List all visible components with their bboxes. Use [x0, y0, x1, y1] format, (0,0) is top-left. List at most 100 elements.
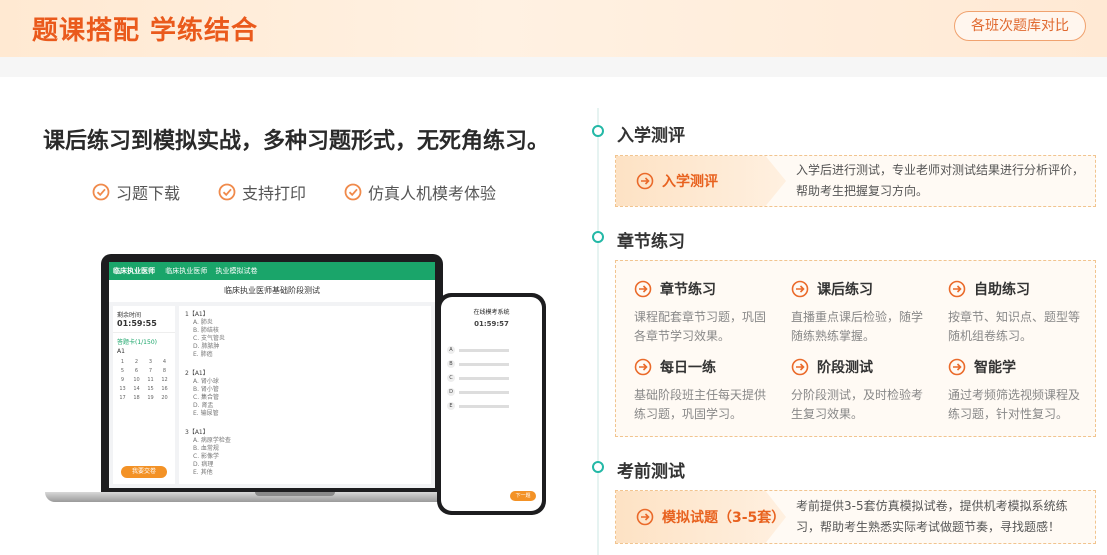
- arrow-right-circle-icon: [634, 358, 652, 376]
- laptop-question-number: 15: [147, 386, 154, 392]
- phone-option-list: ABCDE: [441, 346, 542, 410]
- feature-item: 支持打印: [218, 180, 306, 204]
- practice-item-title: 智能学: [974, 360, 1016, 376]
- laptop-question-number: 20: [161, 395, 168, 401]
- phone-option-text-placeholder: [459, 362, 509, 366]
- page-title: 题课搭配 学练结合: [32, 16, 259, 46]
- phone-option-letter: D: [447, 388, 455, 396]
- laptop-question-grid: 1 2 3 4 5 6 7 8 9 10 11 12 13 14 15 16 17 18 19 20: [113, 355, 175, 405]
- phone-option-letter: E: [447, 402, 455, 410]
- arrow-right-circle-icon: [791, 280, 809, 298]
- timeline-dot: [592, 125, 604, 137]
- laptop-question: 1【A1】 A. 肺炎 B. 肺结核 C. 支气管炎 D. 肺脓肿 E. 肺癌: [185, 310, 425, 359]
- laptop-timer-box: 剩余时间 01:59:55: [113, 306, 175, 333]
- check-circle-icon: [344, 183, 362, 201]
- practice-item-header: 自助练习: [948, 279, 1088, 299]
- arrow-right-circle-icon: [948, 280, 966, 298]
- laptop-question-number: 4: [162, 359, 167, 365]
- laptop-question-number: 2: [134, 359, 139, 365]
- phone-screen: 在线模考系统 01:59:57 ABCDE 下一题: [441, 297, 542, 511]
- laptop-question-option: C. 支气管炎: [193, 335, 226, 342]
- practice-item[interactable]: 课后练习直播重点课后检验，随学随练熟练掌握。: [791, 279, 931, 346]
- laptop-brand: 临床执业医师: [113, 267, 155, 275]
- practice-item-header: 章节练习: [634, 279, 774, 299]
- compare-question-banks-button[interactable]: 各班次题库对比: [954, 11, 1086, 41]
- arrow-right-circle-icon: [948, 358, 966, 376]
- practice-item[interactable]: 章节练习 课程配套章节习题，巩固各章节学习效果。: [634, 279, 774, 346]
- laptop-timer: 01:59:55: [117, 319, 157, 328]
- practice-item[interactable]: 智能学通过考频筛选视频课程及练习题，针对性复习。: [948, 357, 1088, 424]
- laptop-question-number-label: 3【A1】: [185, 429, 209, 436]
- phone-option-text-placeholder: [459, 376, 509, 380]
- laptop-answer-sidebar: 剩余时间 01:59:55 答题卡(1/150) A1 1 2 3 4 5 6 7 8 9 10 1…: [113, 306, 175, 484]
- phone-mockup: 在线模考系统 01:59:57 ABCDE 下一题: [437, 293, 546, 515]
- practice-item-title: 阶段测试: [817, 360, 873, 376]
- laptop-app-header: 临床执业医师 临床执业医师 执业模拟试卷: [109, 262, 435, 280]
- laptop-question-option: A. 肾小球: [193, 378, 219, 385]
- laptop-question-number: 12: [161, 377, 168, 383]
- practice-item-description: 直播重点课后检验，随学随练熟练掌握。: [791, 310, 924, 343]
- entrance-test-tag-label: 入学测评: [662, 174, 718, 190]
- practice-item-header: 阶段测试: [791, 357, 931, 377]
- check-circle-icon: [218, 183, 236, 201]
- laptop-question-number: 17: [119, 395, 126, 401]
- mock-exam-tag[interactable]: 模拟试题（3-5套）: [616, 491, 786, 543]
- entrance-test-tag[interactable]: 入学测评: [616, 156, 786, 206]
- laptop-question-option: B. 血常规: [193, 445, 219, 452]
- laptop-timer-label: 剩余时间: [117, 312, 142, 319]
- section-title-entrance: 入学测评: [617, 126, 685, 146]
- arrow-right-circle-icon: [636, 172, 654, 190]
- laptop-nav-item: 临床执业医师: [165, 267, 208, 275]
- laptop-question-number: 8: [162, 368, 167, 374]
- phone-option: D: [447, 388, 536, 396]
- practice-item-description: 通过考频筛选视频课程及练习题，针对性复习。: [948, 388, 1081, 421]
- arrow-right-circle-icon: [791, 358, 809, 376]
- feature-item: 仿真人机模考体验: [344, 180, 496, 204]
- practice-item-header: 每日一练: [634, 357, 774, 377]
- practice-item[interactable]: 每日一练 基础阶段班主任每天提供练习题，巩固学习。: [634, 357, 774, 424]
- mock-exam-tag-label: 模拟试题（3-5套）: [662, 510, 786, 526]
- sub-divider: [0, 57, 1107, 77]
- phone-option: B: [447, 360, 536, 368]
- check-circle-icon: [92, 183, 110, 201]
- practice-item-title: 每日一练: [660, 360, 716, 376]
- laptop-question-option: A. 病原学检查: [193, 437, 231, 444]
- laptop-question-number: 13: [119, 386, 126, 392]
- feature-label: 仿真人机模考体验: [368, 184, 497, 203]
- laptop-question-option: D. 病理: [193, 461, 214, 468]
- practice-item-header: 课后练习: [791, 279, 931, 299]
- entrance-test-description: 入学后进行测试，专业老师对测试结果进行分析评价，帮助考生把握复习方向。: [796, 163, 1085, 198]
- laptop-question-number: 18: [133, 395, 140, 401]
- laptop-question-option: E. 输尿管: [193, 410, 219, 417]
- phone-option: E: [447, 402, 536, 410]
- phone-title: 在线模考系统: [473, 309, 510, 316]
- phone-option-letter: C: [447, 374, 455, 382]
- section-title-exam: 考前测试: [617, 462, 685, 482]
- laptop-notch: [255, 492, 335, 496]
- laptop-question-number: 9: [120, 377, 125, 383]
- practice-item[interactable]: 自助练习 按章节、知识点、题型等随机组卷练习。: [948, 279, 1088, 346]
- laptop-question: 2【A1】 A. 肾小球 B. 肾小管 C. 集合管 D. 肾盂 E. 输尿管: [185, 369, 425, 418]
- top-banner: 题课搭配 学练结合 各班次题库对比: [0, 0, 1107, 57]
- laptop-question-option: B. 肺结核: [193, 327, 219, 334]
- phone-next-button: 下一题: [510, 491, 536, 501]
- laptop-question-number-label: 2【A1】: [185, 370, 209, 377]
- laptop-question-option: E. 肺癌: [193, 351, 213, 358]
- entrance-test-box: 入学测评 入学后进行测试，专业老师对测试结果进行分析评价，帮助考生把握复习方向。: [615, 155, 1096, 207]
- laptop-question-number: 19: [147, 395, 154, 401]
- laptop-exam-title: 临床执业医师基础阶段测试: [109, 280, 435, 302]
- chapter-practice-grid: 章节练习 课程配套章节习题，巩固各章节学习效果。 课后练习直播重点课后检验，随学随练…: [615, 260, 1096, 437]
- laptop-question-option: B. 肾小管: [193, 386, 219, 393]
- practice-item[interactable]: 阶段测试 分阶段测试，及时检验考生复习效果。: [791, 357, 931, 424]
- phone-timer: 01:59:57: [474, 320, 509, 328]
- phone-option-text-placeholder: [459, 404, 509, 408]
- feature-label: 支持打印: [242, 184, 307, 203]
- practice-item-header: 智能学: [948, 357, 1088, 377]
- arrow-right-circle-icon: [634, 280, 652, 298]
- mock-exam-box: 模拟试题（3-5套） 考前提供3-5套仿真模拟试卷，提供机考模拟系统练习，帮助考…: [615, 490, 1096, 544]
- laptop-question-number: 14: [133, 386, 140, 392]
- section-headline: 课后练习到模拟实战，多种习题形式，无死角练习。: [43, 129, 550, 154]
- laptop-question-list: 1【A1】 A. 肺炎 B. 肺结核 C. 支气管炎 D. 肺脓肿 E. 肺癌 2【A1】 A…: [179, 306, 431, 484]
- laptop-question-number: 1: [120, 359, 125, 365]
- feature-label: 习题下载: [116, 184, 181, 203]
